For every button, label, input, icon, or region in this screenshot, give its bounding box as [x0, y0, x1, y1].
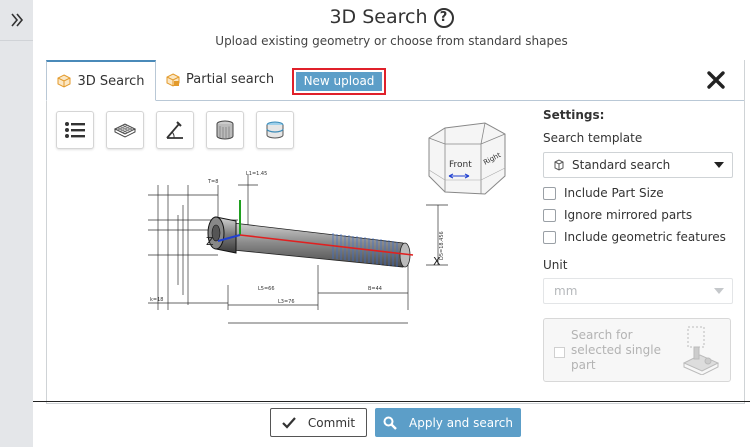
double-chevron-right-icon	[10, 13, 23, 27]
ignore-mirrored-checkbox[interactable]: Ignore mirrored parts	[543, 208, 692, 222]
mesh-icon	[113, 123, 137, 138]
search-template-label: Search template	[543, 131, 643, 145]
footer-divider	[33, 401, 750, 402]
page-title-text: 3D Search	[329, 6, 428, 28]
section-cylinder-icon	[266, 121, 284, 139]
include-geometric-features-checkbox[interactable]: Include geometric features	[543, 230, 726, 244]
list-view-button[interactable]	[56, 111, 94, 149]
search-icon	[383, 416, 397, 430]
help-icon[interactable]: ?	[433, 8, 454, 28]
main-content: 3D Search? Upload existing geometry or c…	[33, 0, 750, 447]
checkbox-box[interactable]	[543, 208, 556, 222]
chevron-down-icon	[714, 162, 724, 168]
unit-chevron-down-icon	[714, 288, 724, 294]
apply-and-search-label: Apply and search	[409, 415, 513, 430]
mesh-view-button[interactable]	[106, 111, 144, 149]
list-icon	[65, 122, 85, 138]
unit-label: Unit	[543, 258, 568, 272]
dim-label-l3: L3=76	[278, 299, 295, 305]
include-part-size-checkbox[interactable]: Include Part Size	[543, 186, 664, 200]
page-subtitle: Upload existing geometry or choose from …	[215, 34, 568, 48]
tab-bar: 3D Search Partial search	[46, 60, 744, 101]
search-template-select[interactable]: Standard search	[543, 152, 733, 178]
single-part-icon	[682, 326, 720, 375]
include-part-size-label: Include Part Size	[564, 186, 664, 200]
include-geometric-features-label: Include geometric features	[564, 230, 726, 244]
dim-label-b: B=44	[368, 286, 382, 292]
unit-select[interactable]: mm	[543, 278, 733, 304]
ignore-mirrored-label: Ignore mirrored parts	[564, 208, 693, 222]
checkbox-box[interactable]	[543, 186, 556, 200]
axis-x-label: X	[433, 255, 441, 268]
apply-and-search-button[interactable]: Apply and search	[375, 408, 521, 437]
tab-3d-search-label: 3D Search	[77, 73, 145, 89]
checkbox-box[interactable]	[543, 230, 556, 244]
section-view-button[interactable]	[256, 111, 294, 149]
close-button[interactable]	[704, 68, 728, 92]
axis-z-label: Z	[206, 235, 214, 248]
page-title: 3D Search?	[33, 6, 750, 28]
dim-label-k: k=18	[150, 297, 163, 303]
dim-label-t: T=8	[207, 179, 218, 185]
view-cube[interactable]: Front Right	[425, 120, 511, 198]
cube-icon	[57, 74, 71, 88]
expand-sidebar-button[interactable]	[0, 0, 33, 41]
dim-label-l5: L5=66	[258, 286, 275, 292]
new-upload-label: New upload	[296, 72, 382, 91]
tab-partial-search[interactable]: Partial search	[166, 60, 274, 99]
new-upload-button[interactable]: New upload	[292, 68, 386, 95]
partial-cube-icon	[166, 72, 180, 87]
cylinder-icon	[216, 120, 234, 140]
unit-value: mm	[554, 284, 578, 298]
left-sidebar	[0, 0, 33, 447]
checkmark-icon	[282, 416, 296, 429]
dim-label-l1: L1=1.45	[246, 171, 267, 177]
tab-partial-search-label: Partial search	[186, 72, 275, 87]
search-selected-part-button[interactable]: Search for selected single part	[543, 318, 731, 382]
search-template-value: Standard search	[572, 158, 671, 172]
close-icon	[707, 71, 725, 89]
measure-button[interactable]	[156, 111, 194, 149]
search-part-label: Search for selected single part	[571, 328, 661, 372]
bolt-model-view[interactable]: L1=1.45 T=8 L3=76 L5=66 B=44 k=18 D5=18.…	[128, 165, 458, 340]
cylinder-view-button[interactable]	[206, 111, 244, 149]
angle-measure-icon	[166, 121, 183, 139]
tab-3d-search[interactable]: 3D Search	[46, 60, 156, 101]
search-part-checkbox[interactable]	[554, 347, 565, 358]
commit-button[interactable]: Commit	[270, 408, 367, 437]
settings-heading: Settings:	[543, 108, 605, 122]
template-cube-icon	[554, 159, 564, 171]
view-cube-front-label: Front	[449, 160, 472, 170]
commit-label: Commit	[307, 415, 356, 430]
